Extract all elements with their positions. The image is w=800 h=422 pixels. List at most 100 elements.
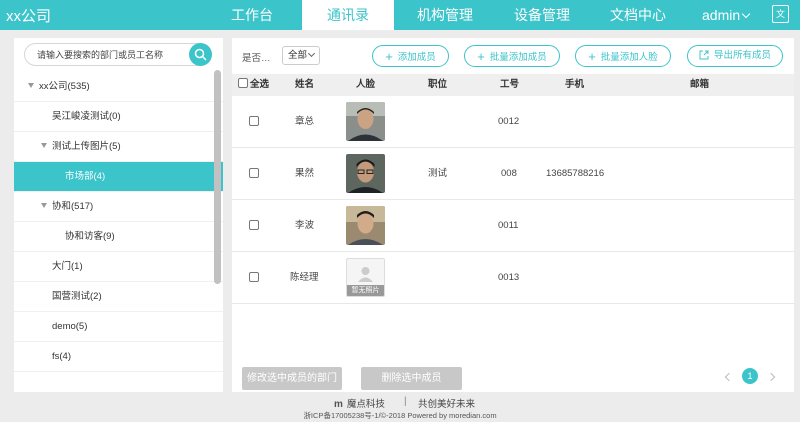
select-all[interactable]: 全选 [238, 74, 269, 96]
change-department-button[interactable]: 修改选中成员的部门 [242, 367, 342, 390]
export-all-members-button[interactable]: 导出所有成员 [687, 45, 783, 67]
button-label: 添加成员 [397, 52, 436, 63]
table-row[interactable]: 李波 0011 [232, 200, 794, 252]
plus-icon: + [477, 49, 485, 64]
export-icon [699, 50, 709, 60]
footer-copyright: 浙ICP备17005238号-1/©-2018 Powered by mored… [303, 411, 497, 420]
expand-triangle-icon[interactable] [28, 82, 34, 88]
tree-node[interactable]: 吴江峻凌测试(0) [14, 102, 223, 132]
filter-value: 全部 [288, 50, 308, 61]
table-row[interactable]: 果然 测试 008 13685788216 [232, 148, 794, 200]
footer-company: 魔点科技 [346, 399, 385, 410]
select-all-checkbox[interactable] [238, 78, 248, 89]
tree-node-label: 吴江峻凌测试(0) [52, 111, 121, 122]
tree-node[interactable]: xx公司(535) [14, 72, 223, 102]
tree-node-label: 大门(1) [52, 261, 83, 272]
nav-tab-workbench[interactable]: 工作台 [212, 0, 292, 30]
chevron-left-icon[interactable] [724, 372, 734, 382]
button-label: 导出所有成员 [713, 50, 771, 61]
tree-node[interactable]: 大门(1) [14, 252, 223, 282]
table-row[interactable]: 陈经理 暂无照片 0013 [232, 252, 794, 304]
column-header-employee-id: 工号 [500, 79, 520, 90]
no-photo-placeholder[interactable]: 暂无照片 [346, 258, 385, 297]
chevron-down-icon [741, 9, 751, 19]
person-photo [346, 102, 385, 141]
tree-node-label: demo(5) [52, 321, 88, 332]
top-nav-bar: xx公司 工作台 通讯录 机构管理 设备管理 文档中心 admin 文 [0, 0, 800, 30]
tree-node[interactable]: 测试上传图片(5) [14, 132, 223, 162]
tree-node-selected[interactable]: 市场部(4) [14, 162, 223, 192]
member-list-panel: 是否… 全部 + 添加成员 + 批量添加成员 + 批量添加人脸 导出所有成员 全选 姓… [232, 38, 794, 392]
tree-node-label: 协和(517) [52, 201, 94, 212]
tree-node[interactable]: 协和访客(9) [14, 222, 223, 252]
member-name: 陈经理 [290, 272, 319, 283]
department-search [24, 43, 212, 66]
delete-selected-button[interactable]: 删除选中成员 [361, 367, 462, 390]
member-table-body: 章总 0012 果然 测试 008 13685788216 李波 0011 陈经… [232, 96, 794, 304]
member-name: 果然 [295, 168, 315, 179]
person-photo [346, 154, 385, 193]
column-header-face: 人脸 [356, 79, 376, 90]
moredian-logo-icon: m [334, 399, 343, 410]
search-button[interactable] [189, 43, 212, 66]
tree-node[interactable]: fs(4) [14, 342, 223, 372]
default-avatar-icon [358, 267, 373, 282]
row-checkbox[interactable] [249, 220, 259, 230]
search-icon [194, 48, 207, 61]
member-name: 章总 [295, 116, 315, 127]
nav-tab-contacts[interactable]: 通讯录 [302, 0, 394, 30]
column-header-select-all: 全选 [250, 79, 270, 90]
tree-node-label: 测试上传图片(5) [52, 141, 121, 152]
no-photo-label: 暂无照片 [347, 285, 384, 296]
user-menu[interactable]: admin [702, 0, 751, 30]
company-name: xx公司 [6, 8, 52, 25]
face-photo[interactable] [346, 154, 385, 193]
column-header-phone: 手机 [565, 79, 585, 90]
filter-select[interactable]: 全部 [282, 46, 320, 65]
row-checkbox[interactable] [249, 168, 259, 178]
tree-node-label: fs(4) [52, 351, 71, 362]
nav-tab-org-management[interactable]: 机构管理 [405, 0, 485, 30]
row-checkbox[interactable] [249, 116, 259, 126]
member-name: 李波 [295, 220, 315, 231]
batch-add-member-button[interactable]: + 批量添加成员 [464, 45, 560, 67]
member-employee-id: 0011 [498, 220, 519, 231]
batch-add-face-button[interactable]: + 批量添加人脸 [575, 45, 671, 67]
tree-node-label: 国营测试(2) [52, 291, 102, 302]
filter-label: 是否… [242, 53, 271, 64]
expand-triangle-icon[interactable] [41, 202, 47, 208]
member-employee-id: 0012 [498, 116, 520, 127]
member-employee-id: 008 [501, 168, 517, 179]
row-checkbox[interactable] [249, 272, 259, 282]
table-footer: 修改选中成员的部门 删除选中成员 1 [232, 359, 794, 392]
department-search-input[interactable] [37, 47, 182, 62]
plus-icon: + [588, 49, 596, 64]
department-tree-panel: xx公司(535) 吴江峻凌测试(0) 测试上传图片(5) 市场部(4) 协和(… [14, 38, 223, 392]
chevron-right-icon[interactable] [766, 372, 776, 382]
chevron-down-icon [307, 49, 316, 58]
tree-node-label: 协和访客(9) [65, 231, 115, 242]
nav-tab-device-management[interactable]: 设备管理 [502, 0, 582, 30]
plus-icon: + [385, 49, 393, 64]
expand-triangle-icon[interactable] [41, 142, 47, 148]
translate-icon[interactable]: 文 [772, 5, 789, 23]
column-header-email: 邮箱 [690, 79, 710, 90]
face-photo[interactable] [346, 102, 385, 141]
tree-node[interactable]: demo(5) [14, 312, 223, 342]
page-number-current[interactable]: 1 [742, 368, 758, 384]
button-label: 批量添加成员 [489, 52, 547, 63]
username: admin [702, 7, 741, 23]
nav-tab-doc-center[interactable]: 文档中心 [598, 0, 678, 30]
tree-scrollbar[interactable] [214, 70, 221, 284]
member-position: 测试 [428, 168, 448, 179]
tree-node-label: xx公司(535) [39, 81, 90, 92]
table-header: 全选 姓名 人脸 职位 工号 手机 邮箱 [232, 74, 794, 96]
table-row[interactable]: 章总 0012 [232, 96, 794, 148]
member-phone: 13685788216 [546, 168, 605, 179]
tree-node[interactable]: 国营测试(2) [14, 282, 223, 312]
tree-node[interactable]: 协和(517) [14, 192, 223, 222]
face-photo[interactable] [346, 206, 385, 245]
footer-separator: | [404, 396, 407, 407]
add-member-button[interactable]: + 添加成员 [372, 45, 449, 67]
footer-slogan: 共创美好未来 [418, 399, 476, 410]
